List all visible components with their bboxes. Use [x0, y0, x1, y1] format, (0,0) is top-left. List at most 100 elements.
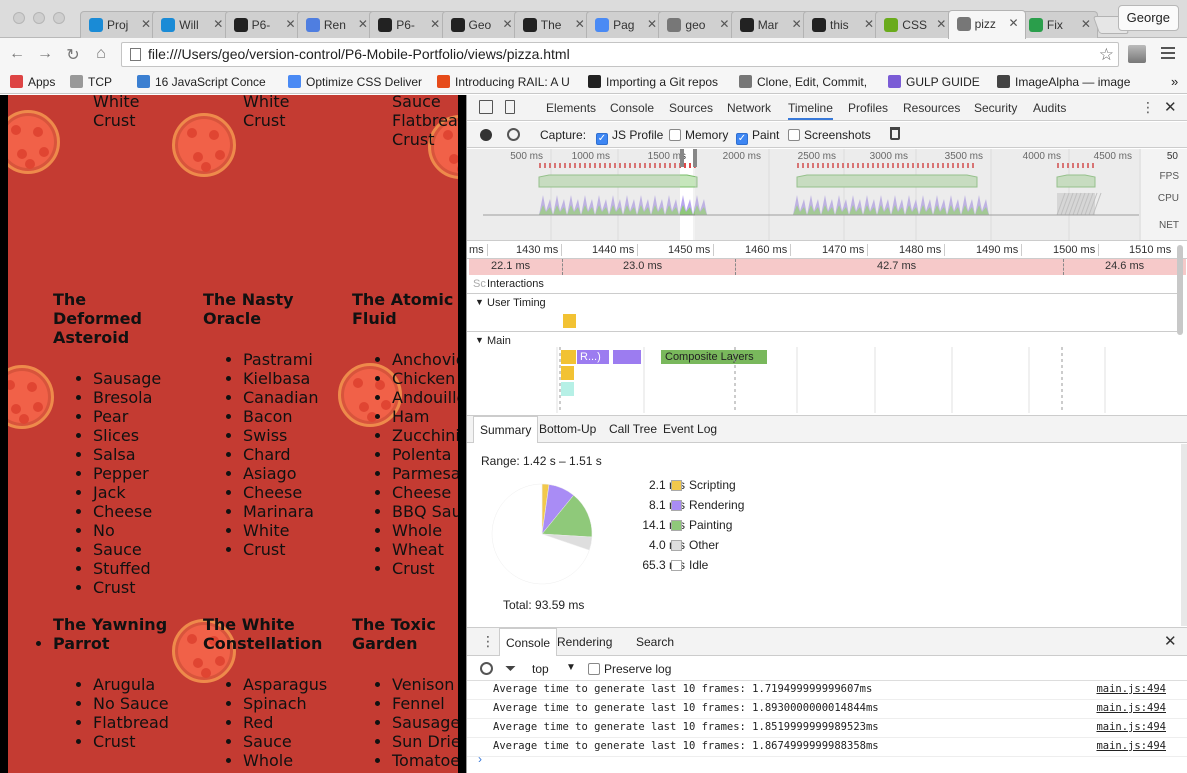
close-tab-icon[interactable]: ✕ [213, 17, 223, 31]
extension-icon[interactable] [1128, 45, 1146, 63]
trash-icon[interactable] [890, 127, 900, 140]
browser-tab[interactable]: Ren ✕ [296, 11, 375, 38]
timeline-overview[interactable]: 500 ms1000 ms1500 ms2000 ms2500 ms3000 m… [467, 149, 1187, 241]
close-tab-icon[interactable]: ✕ [647, 17, 657, 31]
close-tab-icon[interactable]: ✕ [286, 17, 296, 31]
address-bar[interactable]: file:///Users/geo/version-control/P6-Mob… [121, 42, 1119, 67]
bookmark-item[interactable]: Clone, Edit, Commit, [739, 74, 867, 90]
checkbox-icon[interactable]: ✓ [596, 133, 608, 145]
browser-tab[interactable]: Mar ✕ [730, 11, 809, 38]
browser-tab[interactable]: this ✕ [803, 11, 881, 38]
checkbox-icon[interactable] [669, 129, 681, 141]
checkbox-icon[interactable]: ✓ [736, 133, 748, 145]
close-tab-icon[interactable]: ✕ [502, 17, 512, 31]
record-icon[interactable] [480, 129, 492, 141]
checkbox-icon[interactable] [588, 663, 600, 675]
capture-screenshots-option[interactable]: Screenshots [788, 128, 871, 142]
close-tab-icon[interactable]: ✕ [358, 17, 368, 31]
capture-paint-option[interactable]: ✓ Paint [736, 128, 779, 145]
console-prompt-icon[interactable]: › [478, 752, 482, 766]
overview-graph[interactable]: 500 ms1000 ms1500 ms2000 ms2500 ms3000 m… [467, 149, 1187, 241]
chevron-down-icon[interactable]: ▼ [566, 662, 576, 673]
user-timing-mark[interactable] [563, 314, 576, 328]
close-tab-icon[interactable]: ✕ [936, 17, 946, 31]
close-tab-icon[interactable]: ✕ [1081, 17, 1091, 31]
tab-elements[interactable]: Elements [546, 101, 596, 115]
context-select[interactable]: top [532, 662, 549, 676]
browser-tab[interactable]: Geo ✕ [441, 11, 520, 38]
device-mode-icon[interactable] [505, 100, 515, 114]
browser-tab[interactable]: Proj ✕ [80, 11, 158, 38]
zoom-window-button[interactable] [53, 12, 65, 24]
close-tab-icon[interactable]: ✕ [864, 17, 874, 31]
close-tab-icon[interactable]: ✕ [141, 17, 151, 31]
bookmark-star-icon[interactable]: ☆ [1099, 43, 1114, 66]
drawer-menu-icon[interactable]: ⋮ [481, 633, 495, 650]
tab-audits[interactable]: Audits [1033, 101, 1066, 115]
console-source-link[interactable]: main.js:494 [1096, 681, 1166, 698]
more-bookmarks-icon[interactable]: » [1171, 74, 1178, 90]
console-source-link[interactable]: main.js:494 [1096, 700, 1166, 717]
timeline-scrollbar[interactable] [1177, 245, 1183, 335]
bookmark-item[interactable]: TCP [70, 74, 112, 90]
capture-js-profile-option[interactable]: ✓ JS Profile [596, 128, 663, 145]
preserve-log-checkbox[interactable]: Preserve log [588, 662, 671, 676]
console-source-link[interactable]: main.js:494 [1096, 738, 1166, 755]
tab-resources[interactable]: Resources [903, 101, 960, 115]
details-tab-summary[interactable]: Summary [473, 416, 539, 443]
frames-track[interactable]: 22.1 ms 23.0 ms 42.7 ms 24.6 ms [469, 259, 1186, 275]
user-timing-track[interactable]: ▼ User Timing [467, 295, 1177, 332]
close-devtools-icon[interactable]: ✕ [1164, 98, 1177, 116]
tab-sources[interactable]: Sources [669, 101, 713, 115]
bookmark-item[interactable]: Importing a Git repos [588, 74, 718, 90]
close-tab-icon[interactable]: ✕ [719, 17, 729, 31]
browser-tab[interactable]: Fix ✕ [1019, 11, 1098, 38]
tab-network[interactable]: Network [727, 101, 771, 115]
capture-memory-option[interactable]: Memory [669, 128, 728, 142]
page-info-icon[interactable] [130, 48, 141, 61]
bookmark-item[interactable]: ImageAlpha — image [997, 74, 1130, 90]
browser-tab[interactable]: Pag ✕ [586, 11, 665, 38]
browser-tab[interactable]: pizz ✕ [947, 10, 1026, 39]
reload-icon[interactable]: ↻ [64, 45, 82, 65]
details-tab-call-tree[interactable]: Call Tree [603, 416, 663, 443]
drawer-tab-console[interactable]: Console [499, 628, 558, 656]
tab-console[interactable]: Console [610, 101, 654, 115]
inspect-element-icon[interactable] [479, 100, 493, 114]
close-drawer-icon[interactable]: ✕ [1164, 632, 1177, 650]
main-thread-track[interactable]: ▼ Main R...) Composite Layers [467, 333, 1177, 413]
tab-timeline[interactable]: Timeline [788, 101, 833, 120]
bookmark-item[interactable]: Introducing RAIL: A U [437, 74, 570, 90]
frame-duration[interactable]: 42.7 ms [877, 260, 916, 272]
filter-icon[interactable]: ⏷ [505, 660, 516, 677]
bookmark-item[interactable]: GULP GUIDE [888, 74, 980, 90]
back-arrow-icon[interactable]: ← [8, 45, 26, 63]
drawer-tab-search[interactable]: Search [630, 628, 680, 656]
interactions-track[interactable]: Sc Interactions [467, 276, 1177, 294]
tab-security[interactable]: Security [974, 101, 1017, 115]
devtools-menu-icon[interactable]: ⋮ [1141, 99, 1155, 116]
chrome-menu-icon[interactable] [1161, 47, 1175, 59]
devtools-divider[interactable] [458, 95, 466, 773]
bookmark-item[interactable]: Optimize CSS Deliver [288, 74, 422, 90]
browser-tab[interactable]: P6- ✕ [369, 11, 448, 38]
bookmark-item[interactable]: Apps [10, 74, 55, 90]
console-source-link[interactable]: main.js:494 [1096, 719, 1166, 736]
forward-arrow-icon[interactable]: → [36, 45, 54, 63]
profile-button[interactable]: George [1117, 5, 1179, 31]
tab-profiles[interactable]: Profiles [848, 101, 888, 115]
details-tab-bottom-up[interactable]: Bottom-Up [533, 416, 602, 443]
frame-duration[interactable]: 22.1 ms [491, 260, 530, 272]
close-tab-icon[interactable]: ✕ [1009, 16, 1019, 30]
home-icon[interactable]: ⌂ [92, 45, 110, 63]
browser-tab[interactable]: CSS ✕ [875, 11, 954, 38]
minimize-window-button[interactable] [33, 12, 45, 24]
close-window-button[interactable] [13, 12, 25, 24]
browser-tab[interactable]: P6- ✕ [224, 11, 303, 38]
bookmark-item[interactable]: 16 JavaScript Conce [137, 74, 266, 90]
browser-tab[interactable]: Will ✕ [152, 11, 231, 38]
close-tab-icon[interactable]: ✕ [430, 17, 440, 31]
browser-tab[interactable]: The ✕ [513, 11, 592, 38]
close-tab-icon[interactable]: ✕ [575, 17, 585, 31]
collapse-triangle-icon[interactable]: ▼ [475, 297, 484, 307]
